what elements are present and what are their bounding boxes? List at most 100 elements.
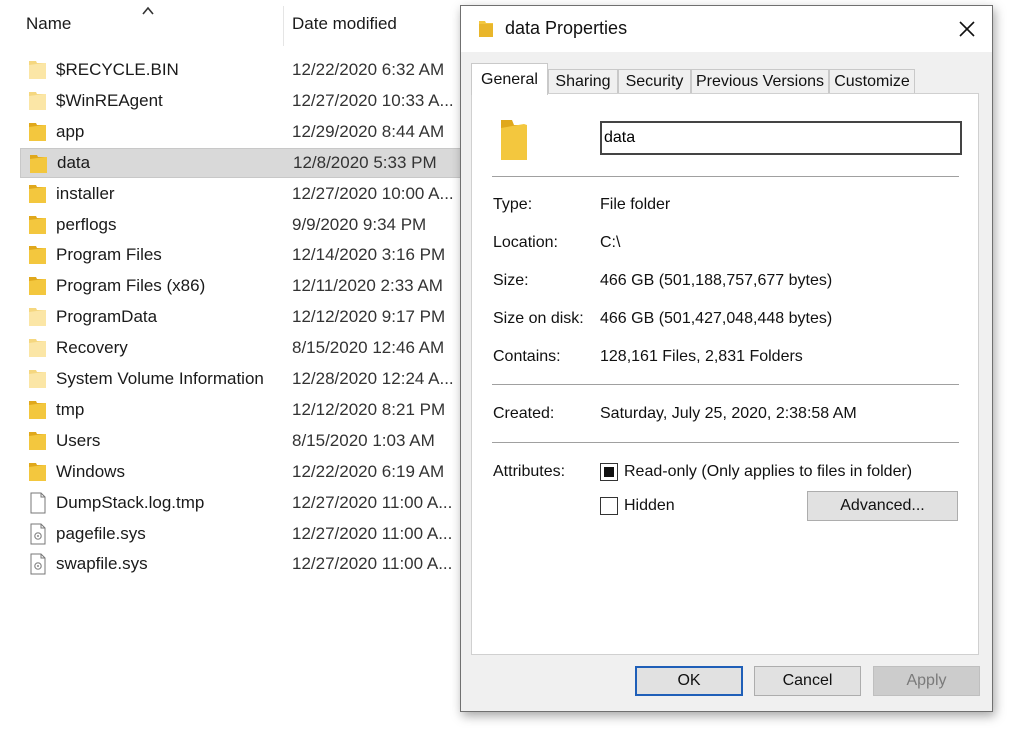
- file-name: $WinREAgent: [56, 90, 163, 110]
- file-name: ProgramData: [56, 307, 158, 327]
- folder-icon: [28, 399, 48, 421]
- type-label: Type:: [493, 196, 533, 213]
- folder-hidden-icon: [28, 368, 48, 390]
- file-row[interactable]: app 12/29/2020 8:44 AM: [20, 117, 470, 147]
- file-date-modified: 12/27/2020 11:00 A...: [292, 554, 453, 574]
- location-label: Location:: [493, 234, 558, 251]
- file-row[interactable]: Users 8/15/2020 1:03 AM: [20, 426, 470, 456]
- advanced-button[interactable]: Advanced...: [807, 491, 958, 521]
- file-name: perflogs: [56, 214, 117, 234]
- file-name: tmp: [56, 399, 85, 419]
- file-row[interactable]: ProgramData 12/12/2020 9:17 PM: [20, 302, 470, 332]
- file-row[interactable]: perflogs 9/9/2020 9:34 PM: [20, 210, 470, 240]
- attributes-label: Attributes:: [493, 463, 566, 480]
- file-date-modified: 12/12/2020 9:17 PM: [292, 307, 446, 327]
- file-date-modified: 12/14/2020 3:16 PM: [292, 245, 446, 265]
- file-date-modified: 12/27/2020 11:00 A...: [292, 523, 453, 543]
- indeterminate-mark-icon: [604, 467, 614, 477]
- folder-icon: [28, 121, 48, 143]
- close-button[interactable]: [952, 14, 982, 44]
- file-date-modified: 12/8/2020 5:33 PM: [293, 152, 437, 172]
- system-file-icon: [28, 553, 48, 575]
- file-row[interactable]: $WinREAgent 12/27/2020 10:33 A...: [20, 86, 470, 116]
- dialog-title: data Properties: [505, 18, 628, 38]
- folder-hidden-icon: [28, 59, 48, 81]
- properties-dialog: data Properties General Sharing Security…: [460, 5, 993, 712]
- tab-previous-versions[interactable]: Previous Versions: [691, 69, 829, 94]
- file-row[interactable]: tmp 12/12/2020 8:21 PM: [20, 395, 470, 425]
- file-date-modified: 12/11/2020 2:33 AM: [292, 276, 443, 296]
- type-value: File folder: [600, 196, 671, 213]
- system-file-icon: [28, 523, 48, 545]
- file-date-modified: 8/15/2020 1:03 AM: [292, 430, 435, 450]
- file-list-pane: Name Date modified $RECYCLE.BIN 12/22/202…: [0, 0, 470, 739]
- column-header-name[interactable]: Name: [26, 0, 281, 48]
- file-date-modified: 12/27/2020 10:33 A...: [292, 90, 454, 110]
- column-header-date-modified[interactable]: Date modified: [292, 0, 472, 48]
- folder-icon: [28, 275, 48, 297]
- file-name: swapfile.sys: [56, 554, 148, 574]
- tab-security[interactable]: Security: [618, 69, 691, 94]
- file-row[interactable]: Windows 12/22/2020 6:19 AM: [20, 457, 470, 487]
- file-date-modified: 12/22/2020 6:32 AM: [292, 60, 445, 79]
- file-name: Program Files: [56, 245, 162, 265]
- file-name: installer: [56, 183, 115, 203]
- hidden-label[interactable]: Hidden: [624, 497, 675, 515]
- readonly-label[interactable]: Read-only (Only applies to files in fold…: [624, 463, 912, 481]
- folder-name-input[interactable]: [600, 121, 962, 155]
- ok-button[interactable]: OK: [635, 666, 743, 696]
- size-on-disk-value: 466 GB (501,427,048,448 bytes): [600, 310, 833, 327]
- folder-icon: [29, 153, 49, 175]
- file-row[interactable]: $RECYCLE.BIN 12/22/2020 6:32 AM: [20, 55, 470, 85]
- file-row[interactable]: Program Files (x86) 12/11/2020 2:33 AM: [20, 271, 470, 301]
- cancel-button[interactable]: Cancel: [754, 666, 861, 696]
- separator: [492, 176, 959, 177]
- folder-icon: [28, 244, 48, 266]
- dialog-titlebar[interactable]: data Properties: [461, 6, 992, 52]
- folder-icon: [28, 430, 48, 452]
- apply-button[interactable]: Apply: [873, 666, 980, 696]
- file-row[interactable]: System Volume Information 12/28/2020 12:2…: [20, 364, 470, 394]
- contains-label: Contains:: [493, 348, 561, 365]
- file-date-modified: 12/22/2020 6:19 AM: [292, 461, 445, 481]
- file-name: DumpStack.log.tmp: [56, 492, 205, 512]
- location-value: C:\: [600, 234, 621, 251]
- readonly-checkbox[interactable]: [600, 463, 618, 481]
- folder-icon: [28, 214, 48, 236]
- file-name: pagefile.sys: [56, 523, 146, 543]
- file-name: Program Files (x86): [56, 276, 206, 296]
- file-name: app: [56, 121, 85, 141]
- file-row[interactable]: DumpStack.log.tmp 12/27/2020 11:00 A...: [20, 488, 470, 518]
- tab-sharing[interactable]: Sharing: [548, 69, 618, 94]
- file-date-modified: 12/27/2020 10:00 A...: [292, 183, 454, 203]
- folder-icon: [28, 183, 48, 205]
- created-value: Saturday, July 25, 2020, 2:38:58 AM: [600, 405, 857, 422]
- tab-general[interactable]: General: [471, 63, 548, 95]
- close-icon: [959, 21, 975, 37]
- file-row[interactable]: pagefile.sys 12/27/2020 11:00 A...: [20, 519, 470, 549]
- general-tab-panel: Type: File folder Location: C:\ Size: 46…: [471, 93, 979, 655]
- file-row[interactable]: Program Files 12/14/2020 3:16 PM: [20, 240, 470, 270]
- tab-customize[interactable]: Customize: [829, 69, 915, 94]
- file-date-modified: 8/15/2020 12:46 AM: [292, 338, 445, 358]
- file-date-modified: 12/28/2020 12:24 A...: [292, 369, 454, 388]
- file-name: Users: [56, 430, 101, 450]
- file-row[interactable]: installer 12/27/2020 10:00 A...: [20, 179, 470, 209]
- file-name: data: [57, 152, 91, 172]
- folder-hidden-icon: [28, 90, 48, 112]
- folder-hidden-icon: [28, 306, 48, 328]
- separator: [492, 384, 959, 385]
- separator: [492, 442, 959, 443]
- created-label: Created:: [493, 405, 555, 422]
- column-divider[interactable]: [283, 6, 284, 46]
- size-label: Size:: [493, 272, 529, 289]
- file-row[interactable]: data 12/8/2020 5:33 PM: [20, 147, 470, 178]
- contains-value: 128,161 Files, 2,831 Folders: [600, 348, 803, 365]
- file-row[interactable]: Recovery 8/15/2020 12:46 AM: [20, 333, 470, 363]
- folder-icon: [28, 461, 48, 483]
- file-row[interactable]: swapfile.sys 12/27/2020 11:00 A...: [20, 549, 470, 579]
- file-date-modified: 12/27/2020 11:00 A...: [292, 492, 453, 512]
- file-date-modified: 9/9/2020 9:34 PM: [292, 214, 427, 234]
- file-name: System Volume Information: [56, 369, 264, 388]
- hidden-checkbox[interactable]: [600, 497, 618, 515]
